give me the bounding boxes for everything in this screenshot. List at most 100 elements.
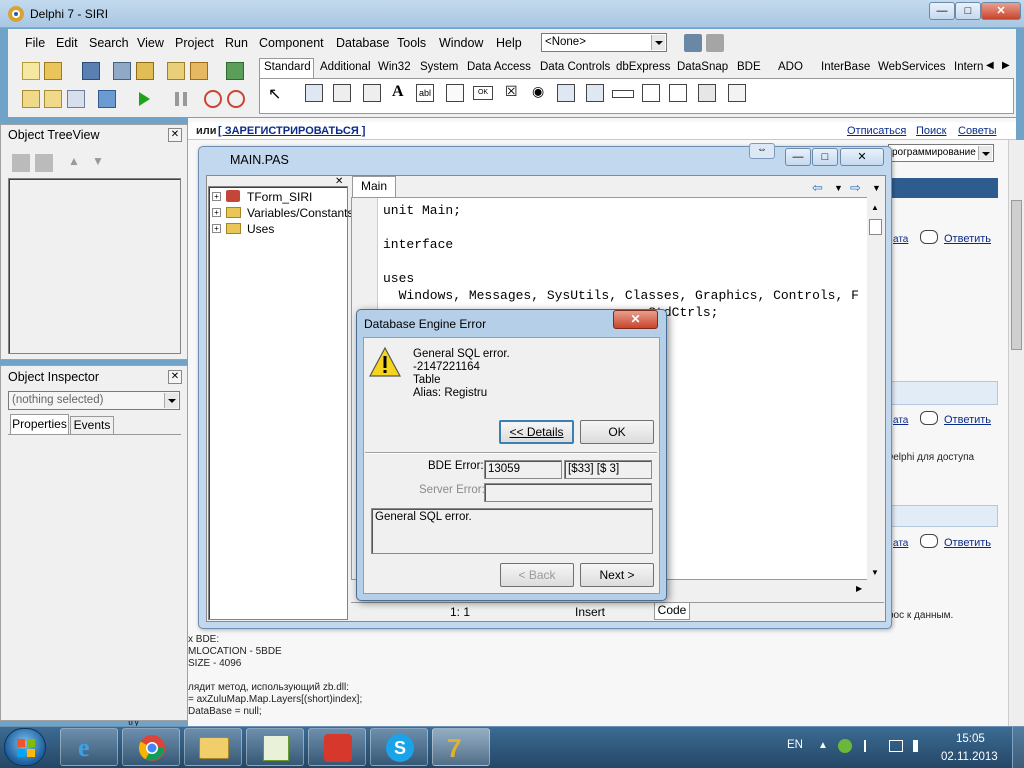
back-arrow-icon[interactable]: ⇦ bbox=[812, 180, 823, 196]
main-window-titlebar[interactable]: Delphi 7 - SIRI — □ ✕ bbox=[0, 0, 1024, 28]
editor-tab-main[interactable]: Main bbox=[352, 176, 396, 197]
object-inspector-close-icon[interactable]: ✕ bbox=[168, 370, 182, 384]
radiobutton-icon[interactable]: ◉ bbox=[532, 83, 544, 100]
taskbar-internet-explorer[interactable]: e bbox=[60, 728, 118, 766]
next-button[interactable]: Next > bbox=[580, 563, 654, 587]
menu-tools[interactable]: Tools bbox=[397, 36, 426, 50]
taskbar-explorer[interactable] bbox=[184, 728, 242, 766]
palette-tab-additional[interactable]: Additional bbox=[320, 61, 371, 77]
unsubscribe-link[interactable]: Отписаться bbox=[847, 125, 906, 137]
save-icon[interactable] bbox=[82, 62, 100, 80]
set-debug-desktop-icon[interactable] bbox=[706, 34, 724, 52]
start-button[interactable] bbox=[4, 728, 46, 766]
view-unit-icon[interactable] bbox=[22, 90, 40, 108]
editor-vertical-scrollbar[interactable]: ▲ ▼ bbox=[867, 197, 884, 580]
forward-arrow-icon[interactable]: ⇨ bbox=[850, 180, 861, 196]
radiogroup-icon[interactable] bbox=[669, 84, 687, 102]
editor-float-icon[interactable]: ⇔ bbox=[749, 143, 775, 159]
edit-icon[interactable]: abl bbox=[416, 84, 434, 102]
palette-tab-system[interactable]: System bbox=[420, 61, 458, 77]
background-ta-link-2[interactable]: ата bbox=[893, 415, 908, 426]
expand-icon[interactable]: + bbox=[212, 224, 221, 233]
menu-view[interactable]: View bbox=[137, 36, 164, 50]
volume-icon[interactable] bbox=[913, 740, 925, 752]
editor-maximize-button[interactable]: □ bbox=[812, 148, 838, 166]
taskbar-notepadpp[interactable] bbox=[246, 728, 304, 766]
background-scrollbar-thumb[interactable] bbox=[1011, 200, 1022, 350]
combobox-icon[interactable] bbox=[586, 84, 604, 102]
taskbar-chrome[interactable] bbox=[122, 728, 180, 766]
reply-link-3[interactable]: Ответить bbox=[944, 537, 991, 549]
maximize-button[interactable]: □ bbox=[955, 2, 981, 20]
dialog-close-button[interactable]: ✕ bbox=[613, 310, 658, 329]
palette-scroll-right-icon[interactable]: ▶ bbox=[1002, 60, 1010, 71]
palette-tab-webservices[interactable]: WebServices bbox=[878, 61, 946, 77]
object-selector-combo[interactable]: (nothing selected) bbox=[8, 391, 180, 410]
palette-tab-ado[interactable]: ADO bbox=[778, 61, 803, 77]
listbox-icon[interactable] bbox=[557, 84, 575, 102]
treeview-new-item-icon[interactable] bbox=[12, 154, 30, 172]
palette-tab-win32[interactable]: Win32 bbox=[378, 61, 411, 77]
background-ta-link-3[interactable]: ата bbox=[893, 538, 908, 549]
tree-item-form[interactable]: TForm_SIRI bbox=[247, 190, 312, 204]
button-icon[interactable]: OK bbox=[473, 86, 493, 100]
forward-dropdown-icon[interactable]: ▼ bbox=[872, 183, 881, 193]
editor-close-button[interactable]: ✕ bbox=[840, 148, 884, 166]
tree-item-uses[interactable]: Uses bbox=[247, 222, 274, 236]
tab-properties[interactable]: Properties bbox=[10, 414, 69, 435]
ok-button[interactable]: OK bbox=[580, 420, 654, 444]
checkbox-icon[interactable]: ☒ bbox=[505, 83, 518, 100]
language-indicator[interactable]: EN bbox=[787, 739, 803, 751]
new-form-icon[interactable] bbox=[98, 90, 116, 108]
trace-into-icon[interactable] bbox=[204, 90, 222, 108]
clock-time[interactable]: 15:05 bbox=[956, 733, 985, 745]
expand-icon[interactable]: + bbox=[212, 208, 221, 217]
label-icon[interactable]: A bbox=[392, 83, 404, 101]
taskbar-bde-admin[interactable] bbox=[308, 728, 366, 766]
scroll-down-icon[interactable]: ▼ bbox=[871, 568, 879, 577]
scroll-right-icon[interactable]: ▶ bbox=[856, 584, 862, 593]
remove-from-project-icon[interactable] bbox=[190, 62, 208, 80]
taskbar-delphi7[interactable]: 7 bbox=[432, 728, 490, 766]
treeview-move-down-icon[interactable]: ▼ bbox=[92, 154, 104, 168]
groupbox-icon[interactable] bbox=[642, 84, 660, 102]
palette-tab-standard[interactable]: Standard bbox=[264, 61, 311, 77]
register-link[interactable]: [ ЗАРЕГИСТРИРОВАТЬСЯ ] bbox=[218, 125, 365, 137]
add-to-project-icon[interactable] bbox=[167, 62, 185, 80]
code-explorer-close-icon[interactable]: ✕ bbox=[335, 176, 343, 187]
scroll-up-icon[interactable]: ▲ bbox=[871, 203, 879, 212]
palette-tab-internet[interactable]: Intern bbox=[954, 61, 983, 77]
background-ta-link-1[interactable]: ата bbox=[893, 234, 908, 245]
save-all-icon[interactable] bbox=[113, 62, 131, 80]
back-button[interactable]: < Back bbox=[500, 563, 574, 587]
panel-icon[interactable] bbox=[698, 84, 716, 102]
mainmenu-icon[interactable] bbox=[333, 84, 351, 102]
save-desktop-icon[interactable] bbox=[684, 34, 702, 52]
object-treeview-close-icon[interactable]: ✕ bbox=[168, 128, 182, 142]
palette-tab-data-access[interactable]: Data Access bbox=[467, 61, 531, 77]
clock-date[interactable]: 02.11.2013 bbox=[941, 751, 998, 763]
open-icon[interactable] bbox=[44, 62, 62, 80]
menu-project[interactable]: Project bbox=[175, 36, 214, 50]
code-explorer[interactable] bbox=[208, 186, 348, 620]
object-treeview-tree[interactable] bbox=[8, 178, 181, 354]
desktop-layout-combo[interactable]: <None> bbox=[541, 33, 667, 52]
pointer-tool-icon[interactable]: ↖ bbox=[268, 84, 281, 104]
memo-icon[interactable] bbox=[446, 84, 464, 102]
popupmenu-icon[interactable] bbox=[363, 84, 381, 102]
menu-component[interactable]: Component bbox=[259, 36, 324, 50]
treeview-delete-item-icon[interactable] bbox=[35, 154, 53, 172]
search-link[interactable]: Поиск bbox=[916, 125, 946, 137]
expand-icon[interactable]: + bbox=[212, 192, 221, 201]
run-icon[interactable] bbox=[135, 90, 153, 108]
taskbar-skype[interactable]: S bbox=[370, 728, 428, 766]
property-grid[interactable] bbox=[8, 434, 181, 715]
palette-scroll-left-icon[interactable]: ◀ bbox=[986, 60, 994, 71]
background-scrollbar[interactable] bbox=[1008, 140, 1024, 726]
close-button[interactable]: ✕ bbox=[981, 2, 1021, 20]
editor-minimize-button[interactable]: — bbox=[785, 148, 811, 166]
palette-tab-data-controls[interactable]: Data Controls bbox=[540, 61, 610, 77]
code-bottom-tab[interactable]: Code bbox=[654, 603, 690, 620]
menu-help[interactable]: Help bbox=[496, 36, 522, 50]
flag-icon[interactable] bbox=[864, 740, 876, 752]
